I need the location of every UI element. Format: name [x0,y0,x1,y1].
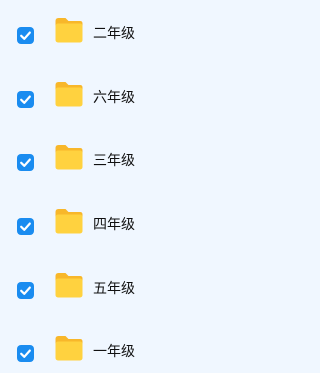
folder-row[interactable]: 四年级 [0,206,271,246]
checkbox-checked-icon[interactable] [17,91,34,108]
folder-icon [54,143,84,171]
folder-row[interactable]: 五年级 [0,270,271,310]
folder-icon [54,334,84,362]
folder-icon [54,80,84,108]
folder-name: 一年级 [93,344,135,360]
folder-row[interactable]: 六年级 [0,79,271,119]
folder-name: 四年级 [93,217,135,233]
folder-name: 六年级 [93,90,135,106]
folder-name: 二年级 [93,26,135,42]
checkbox-checked-icon[interactable] [17,345,34,362]
checkbox-checked-icon[interactable] [17,154,34,171]
folder-row[interactable]: 三年级 [0,142,271,182]
checkbox-checked-icon[interactable] [17,218,34,235]
folder-name: 五年级 [93,281,135,297]
folder-list: 二年级 六年级 三年级 四年级 五年级 一年级 [0,0,271,362]
folder-icon [54,271,84,299]
folder-icon [54,207,84,235]
checkbox-checked-icon[interactable] [17,282,34,299]
folder-icon [54,16,84,44]
checkbox-checked-icon[interactable] [17,27,34,44]
folder-row[interactable]: 一年级 [0,333,271,373]
folder-row[interactable]: 二年级 [0,15,271,55]
folder-name: 三年级 [93,153,135,169]
